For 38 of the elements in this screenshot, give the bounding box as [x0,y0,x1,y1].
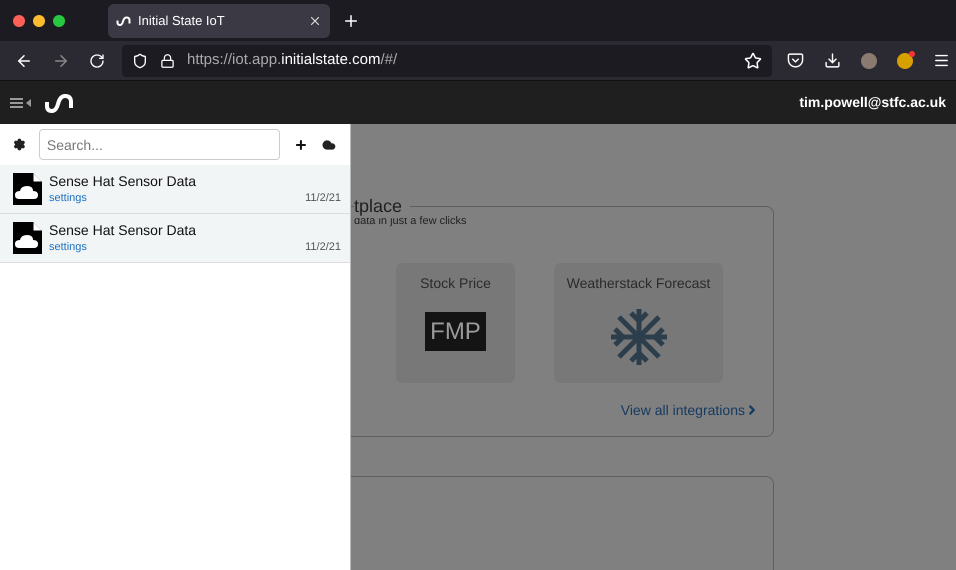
bucket-item[interactable]: Sense Hat Sensor Data settings 11/2/21 [0,165,350,214]
address-bar[interactable]: https://iot.app.initialstate.com/#/ [122,44,772,76]
zoom-window-button[interactable] [53,14,65,26]
settings-link[interactable]: settings [49,238,87,256]
search-field[interactable]: Search... [38,129,280,160]
pocket-icon[interactable] [787,52,804,69]
cloud-icon[interactable] [321,138,337,152]
tile-title: Weatherstack Forecast [566,274,710,292]
download-icon[interactable] [824,52,841,69]
bucket-title: Sense Hat Sensor Data [49,220,198,239]
add-icon[interactable] [294,138,308,152]
tile-logo: FMP [425,312,486,350]
tile-title: Stock Price [420,274,491,292]
shield-icon[interactable] [132,52,148,68]
tab-title: Initial State IoT [138,12,226,30]
cloud-file-icon [11,172,43,206]
bucket-title: Sense Hat Sensor Data [49,172,198,190]
url-text: https://iot.app.initialstate.com/#/ [187,50,398,70]
browser-tab[interactable]: Initial State IoT [108,4,330,38]
bucket-date: 11/2/21 [305,190,341,206]
lock-icon[interactable] [160,52,175,68]
bookmark-star-icon[interactable] [744,52,762,70]
settings-icon[interactable] [13,138,26,151]
minimize-window-button[interactable] [33,14,45,26]
tab-logo-icon [116,16,132,26]
account-avatar[interactable] [861,52,877,68]
snowflake-icon [610,308,668,366]
close-window-button[interactable] [13,14,25,26]
extension-icon[interactable] [897,52,913,68]
bucket-date: 11/2/21 [305,240,341,255]
cloud-file-icon [11,221,43,255]
menu-icon[interactable] [933,52,950,69]
reload-icon[interactable] [89,52,105,68]
integration-tile[interactable]: Stock Price FMP [396,262,515,382]
bucket-item[interactable]: Sense Hat Sensor Data settings 11/2/21 [0,214,350,263]
settings-link[interactable]: settings [49,190,87,206]
user-email[interactable]: tim.powell@stfc.ac.uk [799,92,946,113]
sidebar-toggle-icon[interactable] [10,98,31,108]
